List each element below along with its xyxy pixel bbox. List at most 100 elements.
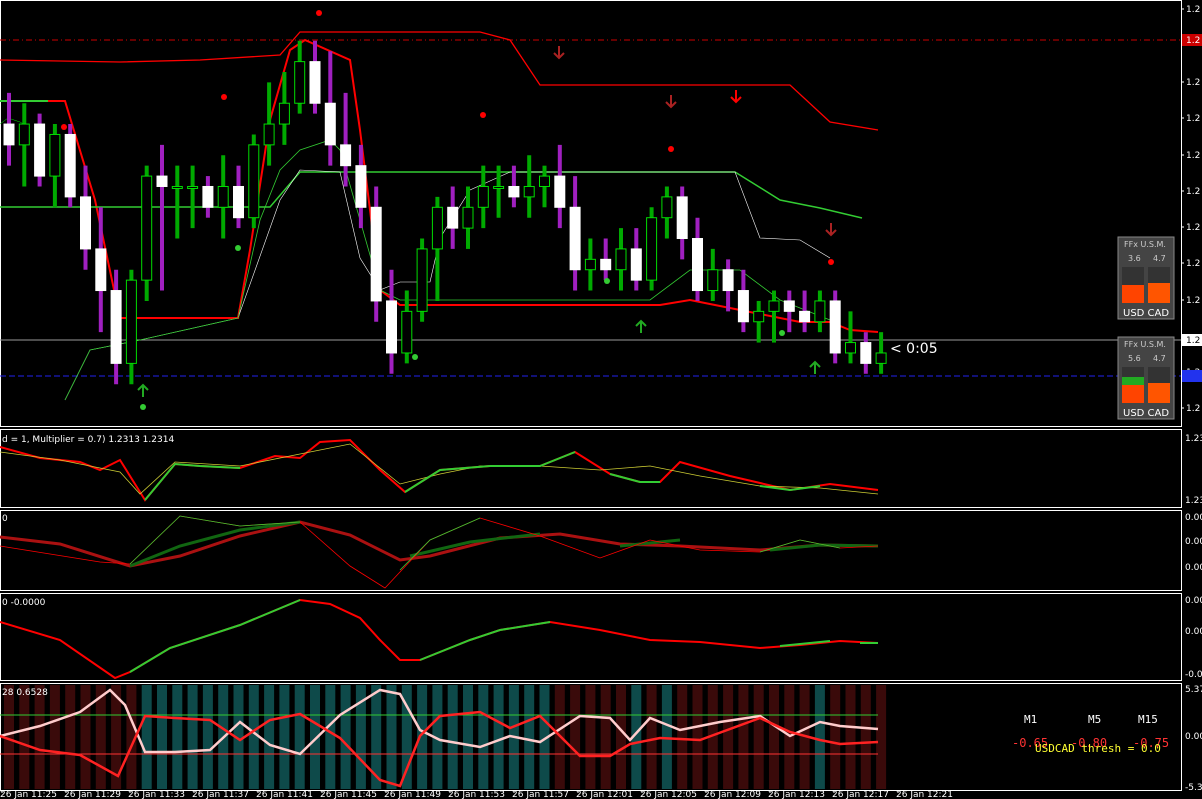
green-dot (412, 354, 418, 360)
support-tag (1182, 370, 1202, 382)
candle-body (95, 248, 107, 292)
ind3-red (0, 598, 879, 680)
histogram-bar (294, 685, 305, 789)
candle-body (431, 206, 443, 250)
ind2-green-thick-4 (769, 543, 879, 552)
time-label: 26 Jan 12:09 (704, 790, 761, 799)
usm-2-pair: USD CAD (1123, 408, 1169, 419)
time-label: 26 Jan 11:49 (384, 790, 441, 799)
histogram-bar (463, 685, 473, 789)
histogram-bar (340, 685, 351, 789)
candle-body (64, 133, 76, 198)
trading-chart[interactable]: 1.2 1.2 1.2 1.2 1.2 1.2 1.2 1.2 1.2 1.2 1.2 1.2 <… (0, 0, 1202, 799)
ind3-green (129, 599, 301, 673)
histogram-bar (172, 685, 183, 789)
histogram-bar (447, 685, 458, 789)
green-dot (604, 278, 610, 284)
histogram-bar (157, 685, 167, 789)
histogram-bar (248, 685, 259, 789)
histogram-bar (876, 685, 887, 789)
histogram-bar (600, 685, 611, 789)
price-label: 1.2 (1186, 151, 1200, 161)
time-label: 26 Jan 12:01 (576, 790, 633, 799)
indicator-3-frame (0, 593, 1182, 681)
ind2-axis-top: 0.00 (1185, 513, 1202, 523)
time-label: 26 Jan 12:05 (640, 790, 697, 799)
usm-2-bar-2 (1148, 383, 1170, 403)
ind2-axis-mid: 0.00 (1185, 537, 1202, 547)
resistance-tag-text: 1.2 (1186, 36, 1200, 46)
candle-body (829, 300, 841, 354)
histogram-bar (65, 685, 76, 789)
histogram-bar (860, 685, 871, 789)
candle-body (324, 102, 336, 146)
candle-body (49, 133, 61, 177)
green-dot (779, 330, 785, 336)
histogram-bar (616, 685, 626, 789)
time-label: 26 Jan 12:17 (832, 790, 889, 799)
histogram-bar (141, 685, 152, 789)
histogram-bar (570, 685, 581, 789)
red-dot (61, 124, 67, 130)
ind1-green-1 (144, 462, 241, 501)
candle-body (630, 248, 642, 281)
candle-body (34, 123, 46, 177)
usm-widget-2[interactable]: FFx U.S.M. 5.6 4.7 USD CAD (1117, 336, 1175, 420)
indicator-2-frame (0, 510, 1182, 591)
indicator-1-header: d = 1, Multiplier = 0.7) 1.2313 1.2314 (2, 435, 174, 445)
histogram-bar (493, 685, 504, 789)
candle-body (692, 238, 703, 292)
histogram-bar (677, 685, 688, 789)
strength-table: M1 M5 M15 -0.65 -0.80 -0.75 USDCAD thres… (1012, 713, 1169, 755)
candle-body (462, 206, 474, 229)
usm-widget-1[interactable]: FFx U.S.M. 3.6 4.7 USD CAD (1117, 236, 1175, 320)
panel-frames (0, 0, 1182, 791)
upper-band-red (0, 31, 879, 131)
histogram-bar (49, 685, 60, 789)
red-dot (668, 146, 674, 152)
indicator-4-header: 28 0.6528 (2, 688, 48, 698)
usm-1-title: FFx U.S.M. (1124, 240, 1166, 249)
candle-body (875, 352, 887, 364)
ind4-axis-bottom: -5.37 (1185, 783, 1202, 793)
candle-body (646, 217, 658, 281)
candle-body (722, 269, 734, 292)
indicator-1-frame (0, 429, 1182, 508)
ind4-axis-top: 5.37 (1185, 685, 1202, 695)
time-axis: 26 Jan 11:25 26 Jan 11:29 26 Jan 11:33 26 J… (0, 790, 953, 799)
histogram-bar (692, 685, 703, 789)
candle-body (309, 61, 321, 104)
histogram-bar (524, 685, 535, 789)
histogram-bar (769, 685, 779, 789)
histogram-bar (646, 685, 657, 789)
candle-body (416, 248, 428, 312)
ind2-thin (0, 515, 879, 589)
down-arrow (553, 46, 565, 60)
up-arrow (635, 319, 647, 333)
histogram-bar (80, 685, 91, 789)
candle-body (477, 185, 489, 208)
indicator-2-header: 0 (2, 514, 8, 524)
candle-body (401, 310, 413, 354)
histogram-bar (814, 685, 825, 789)
candle-body (294, 61, 306, 104)
price-label: 1.2 (1186, 223, 1200, 233)
candle-body (156, 175, 168, 187)
candle-body (569, 206, 581, 271)
candles (3, 40, 887, 385)
price-label: 1.2 (1186, 5, 1200, 15)
histogram-bar (325, 685, 336, 789)
ind3-green-2 (419, 621, 551, 661)
histogram-bar (845, 685, 856, 789)
candle-body (753, 310, 765, 323)
candle-timer: < 0:05 (890, 341, 938, 357)
candle-body (340, 144, 352, 167)
usm-2-val-2: 4.7 (1153, 354, 1166, 363)
histogram-bar (753, 685, 764, 789)
candle-body (248, 144, 260, 219)
candle-body (386, 300, 397, 354)
histogram-bar (34, 685, 45, 789)
candle-body (707, 269, 719, 292)
usm-1-bar-1 (1122, 285, 1144, 303)
histogram-bar (187, 685, 198, 789)
